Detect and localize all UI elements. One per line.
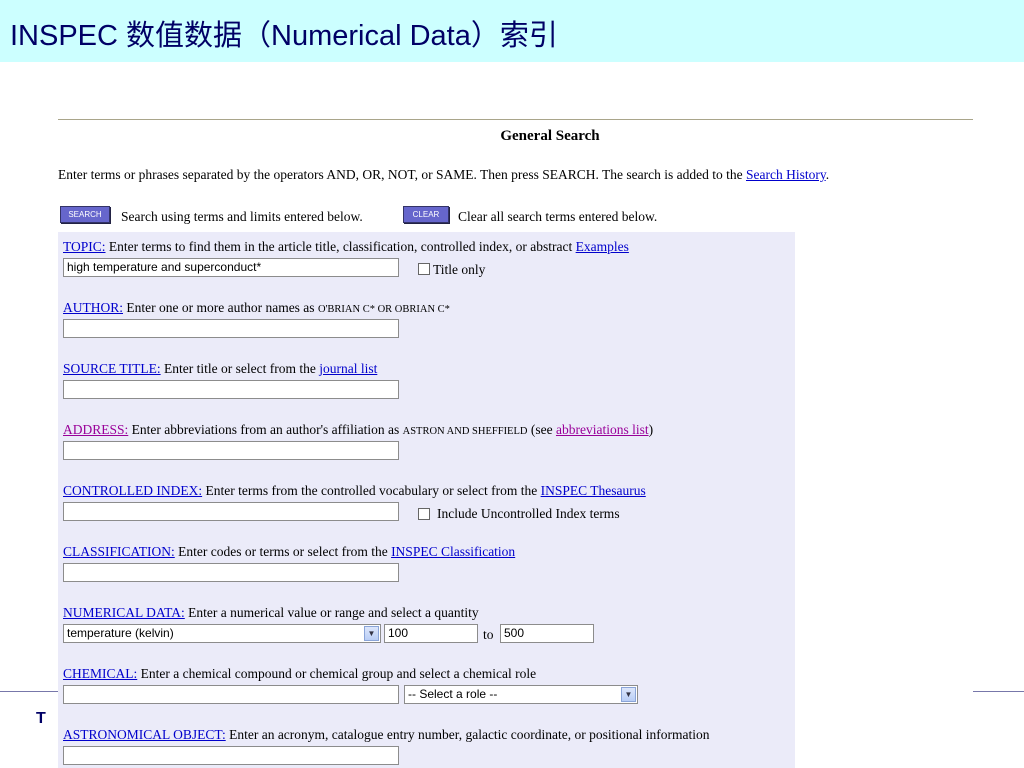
author-label-row: AUTHOR: Enter one or more author names a…	[63, 300, 450, 316]
numerical-from-input[interactable]: 100	[384, 624, 478, 643]
chevron-down-icon: ▼	[621, 687, 636, 702]
numerical-data-desc: Enter a numerical value or range and sel…	[184, 605, 479, 620]
search-intro-text: Enter terms or phrases separated by the …	[58, 167, 746, 182]
clear-button-desc: Clear all search terms entered below.	[458, 209, 658, 224]
classification-input[interactable]	[63, 563, 399, 582]
abbreviations-list-link[interactable]: abbreviations list	[556, 422, 649, 437]
controlled-index-desc: Enter terms from the controlled vocabula…	[202, 483, 541, 498]
address-desc2: (see	[527, 422, 556, 437]
search-intro: Enter terms or phrases separated by the …	[58, 167, 829, 183]
topic-examples-link[interactable]: Examples	[576, 239, 629, 254]
address-desc3: )	[648, 422, 654, 437]
author-input[interactable]	[63, 319, 399, 338]
source-title-desc: Enter title or select from the	[160, 361, 320, 376]
topic-label-link[interactable]: TOPIC:	[63, 239, 106, 254]
general-search-heading: General Search	[500, 128, 600, 144]
source-title-input[interactable]	[63, 380, 399, 399]
controlled-index-label-row: CONTROLLED INDEX: Enter terms from the c…	[63, 483, 646, 499]
footer-divider-right	[973, 691, 1024, 692]
classification-desc: Enter codes or terms or select from the	[174, 544, 392, 559]
chemical-input[interactable]	[63, 685, 399, 704]
astronomical-object-input[interactable]	[63, 746, 399, 765]
quantity-select-value: temperature (kelvin)	[67, 626, 174, 640]
classification-label-link[interactable]: CLASSIFICATION:	[63, 544, 175, 559]
author-desc: Enter one or more author names as	[123, 300, 318, 315]
include-uncontrolled-checkbox[interactable]	[418, 508, 430, 520]
journal-list-link[interactable]: journal list	[319, 361, 377, 376]
numerical-to-input[interactable]: 500	[500, 624, 594, 643]
address-desc: Enter abbreviations from an author's aff…	[128, 422, 403, 437]
source-title-label-link[interactable]: SOURCE TITLE:	[63, 361, 161, 376]
search-intro-end: .	[825, 167, 830, 182]
title-only-label: Title only	[433, 262, 486, 277]
search-button-desc: Search using terms and limits entered be…	[121, 209, 363, 224]
numerical-to-label: to	[483, 627, 494, 642]
chemical-role-value: -- Select a role --	[408, 687, 498, 701]
address-label-link[interactable]: ADDRESS:	[63, 422, 128, 437]
topic-input[interactable]: high temperature and superconduct*	[63, 258, 399, 277]
inspec-thesaurus-link[interactable]: INSPEC Thesaurus	[541, 483, 646, 498]
topic-label-row: TOPIC: Enter terms to find them in the a…	[63, 239, 629, 255]
astronomical-object-label-link[interactable]: ASTRONOMICAL OBJECT:	[63, 727, 226, 742]
search-button[interactable]: SEARCH	[60, 206, 110, 223]
author-label-link[interactable]: AUTHOR:	[63, 300, 123, 315]
quantity-select[interactable]: temperature (kelvin) ▼	[63, 624, 381, 643]
classification-label-row: CLASSIFICATION: Enter codes or terms or …	[63, 544, 515, 560]
address-input[interactable]	[63, 441, 399, 460]
topic-desc: Enter terms to find them in the article …	[105, 239, 576, 254]
chemical-role-select[interactable]: -- Select a role -- ▼	[404, 685, 638, 704]
author-example: O'BRIAN C* OR OBRIAN C*	[317, 304, 450, 315]
title-only-checkbox[interactable]	[418, 263, 430, 275]
chevron-down-icon: ▼	[364, 626, 379, 641]
chemical-desc: Enter a chemical compound or chemical gr…	[137, 666, 537, 681]
footer-divider-left	[0, 691, 58, 692]
chemical-label-row: CHEMICAL: Enter a chemical compound or c…	[63, 666, 536, 682]
top-divider	[58, 119, 973, 120]
astronomical-object-label-row: ASTRONOMICAL OBJECT: Enter an acronym, c…	[63, 727, 710, 743]
address-example: ASTRON AND SHEFFIELD	[402, 426, 528, 437]
numerical-data-label-link[interactable]: NUMERICAL DATA:	[63, 605, 185, 620]
chemical-label-link[interactable]: CHEMICAL:	[63, 666, 137, 681]
source-title-label-row: SOURCE TITLE: Enter title or select from…	[63, 361, 377, 377]
controlled-index-label-link[interactable]: CONTROLLED INDEX:	[63, 483, 202, 498]
footer-logo: T	[36, 710, 46, 727]
search-history-link[interactable]: Search History	[746, 167, 826, 182]
address-label-row: ADDRESS: Enter abbreviations from an aut…	[63, 422, 653, 438]
controlled-index-input[interactable]	[63, 502, 399, 521]
include-uncontrolled-label: Include Uncontrolled Index terms	[437, 506, 620, 521]
clear-button[interactable]: CLEAR	[403, 206, 449, 223]
slide-header: INSPEC 数值数据（Numerical Data）索引	[0, 0, 1024, 62]
slide-title: INSPEC 数值数据（Numerical Data）索引	[10, 20, 558, 52]
inspec-classification-link[interactable]: INSPEC Classification	[391, 544, 515, 559]
numerical-data-label-row: NUMERICAL DATA: Enter a numerical value …	[63, 605, 479, 621]
astronomical-object-desc: Enter an acronym, catalogue entry number…	[225, 727, 710, 742]
